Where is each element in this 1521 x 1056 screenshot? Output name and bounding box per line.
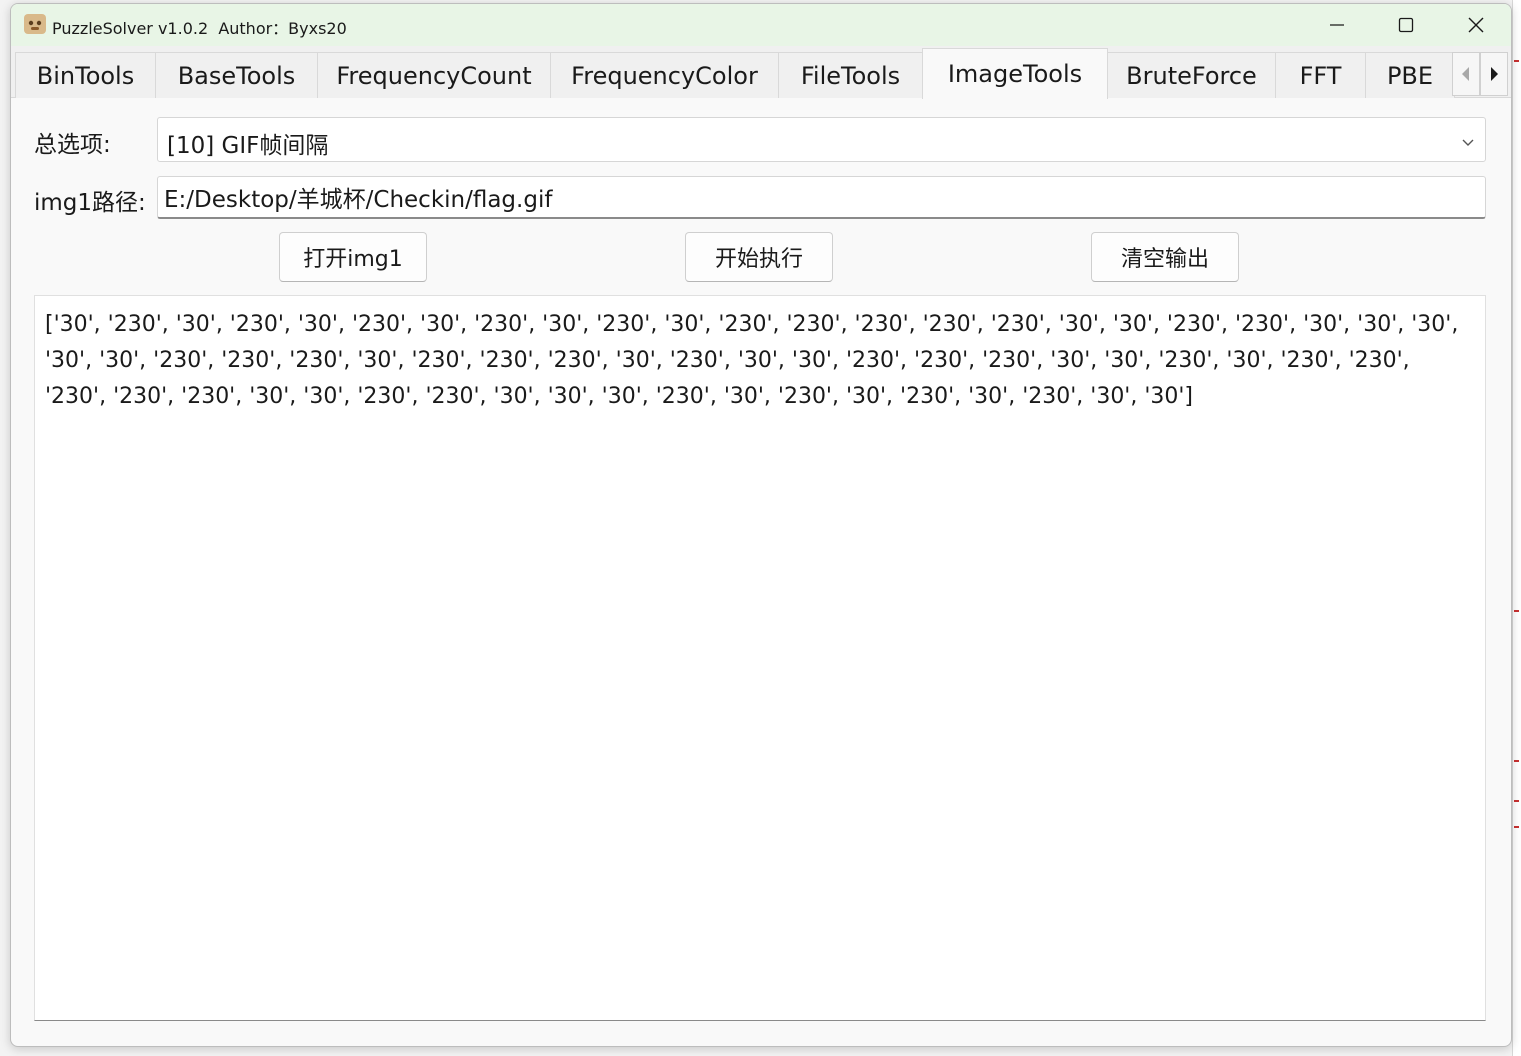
tab-scroll-left-button[interactable] — [1452, 52, 1480, 96]
open-img1-button[interactable]: 打开img1 — [279, 232, 427, 282]
close-button[interactable] — [1441, 4, 1511, 46]
clear-output-button[interactable]: 清空输出 — [1091, 232, 1239, 282]
title-bar[interactable]: PuzzleSolver v1.0.2 Author：Byxs20 — [11, 4, 1511, 46]
output-textarea[interactable]: ['30', '230', '30', '230', '30', '230', … — [34, 295, 1486, 1021]
img1-path-input[interactable] — [157, 176, 1486, 219]
minimize-button[interactable] — [1302, 4, 1372, 46]
background-mark — [1514, 826, 1519, 828]
mode-select-value: [10] GIF帧间隔 — [167, 133, 329, 159]
tab-fft[interactable]: FFT — [1275, 52, 1366, 98]
background-mark — [1514, 800, 1519, 802]
tab-frequencycount[interactable]: FrequencyCount — [317, 52, 551, 98]
close-icon — [1468, 17, 1484, 33]
tab-bar: BinTools BaseTools FrequencyCount Freque… — [11, 46, 1511, 99]
tab-bintools[interactable]: BinTools — [15, 52, 156, 98]
tab-frequencycolor[interactable]: FrequencyColor — [550, 52, 779, 98]
run-button[interactable]: 开始执行 — [685, 232, 833, 282]
tab-scroll-right-button[interactable] — [1480, 52, 1508, 96]
minimize-icon — [1330, 24, 1344, 26]
mode-select[interactable]: [10] GIF帧间隔 — [157, 117, 1486, 162]
background-mark — [1514, 60, 1519, 62]
arrow-right-icon — [1491, 67, 1498, 81]
background-mark — [1514, 610, 1519, 612]
desktop-background-edge — [1512, 0, 1521, 1056]
window-title: PuzzleSolver v1.0.2 Author：Byxs20 — [52, 19, 347, 38]
output-text: ['30', '230', '30', '230', '30', '230', … — [45, 312, 1459, 409]
tab-pbe[interactable]: PBE — [1365, 52, 1455, 98]
app-logo-icon — [23, 12, 47, 36]
tab-basetools[interactable]: BaseTools — [155, 52, 318, 98]
maximize-button[interactable] — [1371, 4, 1441, 46]
arrow-left-icon — [1462, 67, 1469, 81]
tab-imagetools[interactable]: ImageTools — [922, 48, 1108, 99]
app-window: PuzzleSolver v1.0.2 Author：Byxs20 BinToo… — [10, 3, 1512, 1047]
background-mark — [1514, 760, 1519, 762]
maximize-icon — [1398, 17, 1414, 33]
img1-path-label: img1路径: — [34, 190, 146, 216]
tab-filetools[interactable]: FileTools — [778, 52, 923, 98]
chevron-down-icon — [1461, 133, 1475, 152]
tab-bruteforce[interactable]: BruteForce — [1107, 52, 1276, 98]
mode-label: 总选项: — [34, 132, 111, 158]
